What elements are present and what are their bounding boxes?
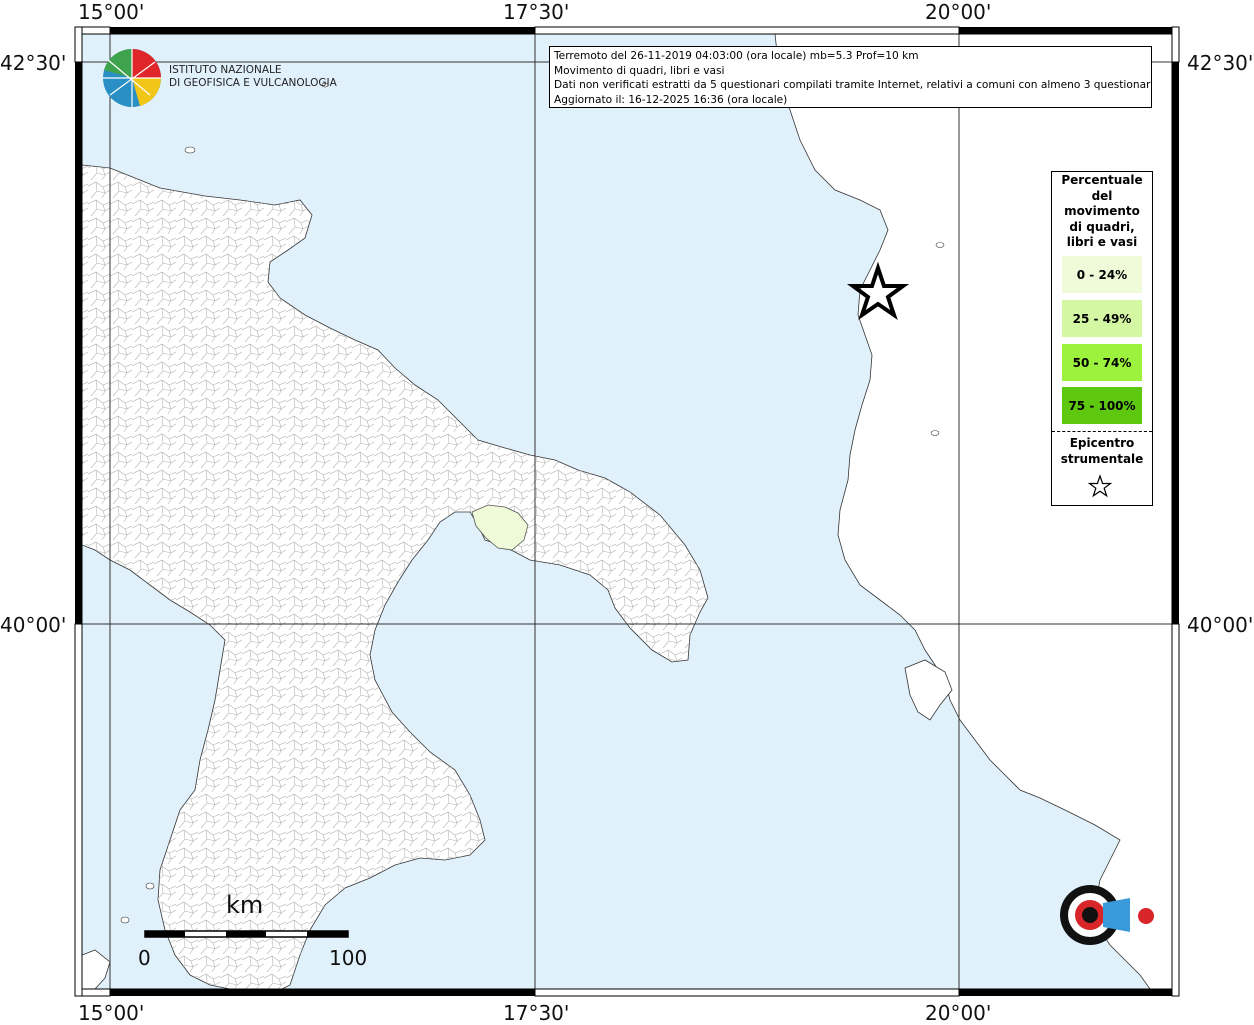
ingv-logo-text: ISTITUTO NAZIONALE DI GEOFISICA E VULCAN… [169, 64, 337, 90]
top-tick-15: 15°00' [78, 0, 145, 24]
bottom-tick-15: 15°00' [78, 1001, 145, 1025]
legend-title-line: Percentuale [1061, 173, 1143, 187]
legend: Percentuale del movimento di quadri, lib… [1051, 171, 1153, 506]
info-line-1: Terremoto del 26-11-2019 04:03:00 (ora l… [554, 50, 919, 62]
legend-item-3: 75 - 100% [1062, 387, 1142, 424]
scale-unit-label: km [226, 891, 264, 919]
map-canvas [74, 26, 1180, 997]
legend-title: Percentuale del movimento di quadri, lib… [1052, 173, 1152, 251]
top-tick-20: 20°00' [925, 0, 992, 24]
ingv-line-2: DI GEOFISICA E VULCANOLOGIA [169, 77, 337, 89]
left-tick-42-30: 42°30' [0, 51, 67, 75]
scale-start-label: 0 [138, 946, 151, 970]
legend-title-line: libri e vasi [1066, 235, 1138, 249]
legend-item-2: 50 - 74% [1062, 344, 1142, 381]
info-line-2: Movimento di quadri, libri e vasi [554, 64, 725, 77]
right-tick-40: 40°00' [1187, 613, 1254, 637]
ingv-logo-icon [103, 48, 162, 107]
legend-title-line: movimento [1064, 204, 1140, 218]
scale-bar [144, 930, 349, 938]
legend-epi-line-2: strumentale [1060, 452, 1144, 466]
legend-divider [1052, 431, 1152, 432]
earthquake-info-box: Terremoto del 26-11-2019 04:03:00 (ora l… [549, 46, 1152, 108]
legend-item-0: 0 - 24% [1062, 256, 1142, 293]
legend-item-1: 25 - 49% [1062, 300, 1142, 337]
right-tick-42-30: 42°30' [1187, 51, 1254, 75]
legend-title-line: di quadri, [1069, 219, 1135, 234]
legend-epi-line-1: Epicentro [1069, 436, 1135, 450]
legend-star-icon [1088, 474, 1112, 498]
ingv-line-1: ISTITUTO NAZIONALE [169, 64, 282, 76]
legend-epicenter-label: Epicentro strumentale [1052, 435, 1152, 467]
info-line-4: Aggiornato il: 16-12-2025 16:36 (ora loc… [554, 93, 788, 106]
scale-end-label: 100 [329, 946, 368, 970]
left-tick-40: 40°00' [0, 613, 67, 637]
top-tick-17-30: 17°30' [503, 0, 570, 24]
legend-title-line: del [1091, 188, 1113, 203]
bottom-tick-20: 20°00' [925, 1001, 992, 1025]
bottom-tick-17-30: 17°30' [503, 1001, 570, 1025]
info-line-3: Dati non verificati estratti da 5 questi… [554, 79, 1152, 91]
